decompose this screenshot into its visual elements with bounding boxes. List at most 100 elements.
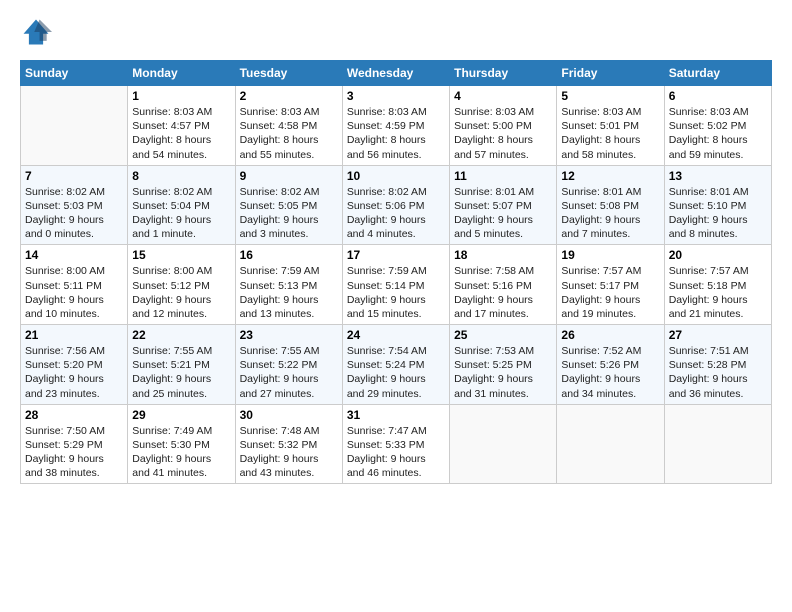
day-info: Sunrise: 8:02 AMSunset: 5:05 PMDaylight:… — [240, 185, 338, 242]
day-cell: 28Sunrise: 7:50 AMSunset: 5:29 PMDayligh… — [21, 404, 128, 484]
day-cell: 15 Sunrise: 8:00 AMSunset: 5:12 PMDayligh… — [128, 245, 235, 325]
day-cell: 18 Sunrise: 7:58 AMSunset: 5:16 PMDayligh… — [450, 245, 557, 325]
day-info: Sunrise: 7:59 AMSunset: 5:13 PMDaylight:… — [240, 264, 338, 321]
day-info: Sunrise: 7:47 AMSunset: 5:33 PMDaylight:… — [347, 424, 445, 481]
day-number: 24 — [347, 328, 445, 342]
day-info: Sunrise: 7:57 AMSunset: 5:17 PMDaylight:… — [561, 264, 659, 321]
day-info: Sunrise: 8:02 AMSunset: 5:04 PMDaylight:… — [132, 185, 230, 242]
day-number: 13 — [669, 169, 767, 183]
day-cell: 29Sunrise: 7:49 AMSunset: 5:30 PMDayligh… — [128, 404, 235, 484]
day-info: Sunrise: 8:03 AMSunset: 4:57 PMDaylight:… — [132, 105, 230, 162]
day-info: Sunrise: 8:01 AMSunset: 5:08 PMDaylight:… — [561, 185, 659, 242]
day-number: 17 — [347, 248, 445, 262]
day-info: Sunrise: 7:51 AMSunset: 5:28 PMDaylight:… — [669, 344, 767, 401]
day-cell: 11 Sunrise: 8:01 AMSunset: 5:07 PMDayligh… — [450, 165, 557, 245]
day-info: Sunrise: 7:55 AMSunset: 5:22 PMDaylight:… — [240, 344, 338, 401]
day-info: Sunrise: 8:03 AMSunset: 5:01 PMDaylight:… — [561, 105, 659, 162]
day-number: 8 — [132, 169, 230, 183]
day-number: 3 — [347, 89, 445, 103]
day-cell: 12 Sunrise: 8:01 AMSunset: 5:08 PMDayligh… — [557, 165, 664, 245]
day-cell: 4Sunrise: 8:03 AMSunset: 5:00 PMDaylight… — [450, 86, 557, 166]
day-cell: 9 Sunrise: 8:02 AMSunset: 5:05 PMDaylight… — [235, 165, 342, 245]
day-number: 6 — [669, 89, 767, 103]
day-cell: 10 Sunrise: 8:02 AMSunset: 5:06 PMDayligh… — [342, 165, 449, 245]
day-number: 20 — [669, 248, 767, 262]
header-row: SundayMondayTuesdayWednesdayThursdayFrid… — [21, 61, 772, 86]
week-row-1: 1 Sunrise: 8:03 AMSunset: 4:57 PMDaylight… — [21, 86, 772, 166]
day-cell: 19 Sunrise: 7:57 AMSunset: 5:17 PMDayligh… — [557, 245, 664, 325]
day-info: Sunrise: 7:54 AMSunset: 5:24 PMDaylight:… — [347, 344, 445, 401]
col-header-saturday: Saturday — [664, 61, 771, 86]
day-cell: 8 Sunrise: 8:02 AMSunset: 5:04 PMDaylight… — [128, 165, 235, 245]
day-cell: 25 Sunrise: 7:53 AMSunset: 5:25 PMDayligh… — [450, 325, 557, 405]
day-info: Sunrise: 7:49 AMSunset: 5:30 PMDaylight:… — [132, 424, 230, 481]
day-number: 23 — [240, 328, 338, 342]
day-cell: 27 Sunrise: 7:51 AMSunset: 5:28 PMDayligh… — [664, 325, 771, 405]
day-number: 9 — [240, 169, 338, 183]
day-info: Sunrise: 8:03 AMSunset: 4:59 PMDaylight:… — [347, 105, 445, 162]
day-cell: 20 Sunrise: 7:57 AMSunset: 5:18 PMDayligh… — [664, 245, 771, 325]
day-info: Sunrise: 7:57 AMSunset: 5:18 PMDaylight:… — [669, 264, 767, 321]
col-header-monday: Monday — [128, 61, 235, 86]
day-number: 27 — [669, 328, 767, 342]
day-cell: 5Sunrise: 8:03 AMSunset: 5:01 PMDaylight… — [557, 86, 664, 166]
day-number: 19 — [561, 248, 659, 262]
day-info: Sunrise: 8:03 AMSunset: 4:58 PMDaylight:… — [240, 105, 338, 162]
day-cell: 31 Sunrise: 7:47 AMSunset: 5:33 PMDayligh… — [342, 404, 449, 484]
col-header-wednesday: Wednesday — [342, 61, 449, 86]
week-row-5: 28Sunrise: 7:50 AMSunset: 5:29 PMDayligh… — [21, 404, 772, 484]
day-number: 7 — [25, 169, 123, 183]
calendar-header: SundayMondayTuesdayWednesdayThursdayFrid… — [21, 61, 772, 86]
day-info: Sunrise: 7:50 AMSunset: 5:29 PMDaylight:… — [25, 424, 123, 481]
day-cell: 26Sunrise: 7:52 AMSunset: 5:26 PMDayligh… — [557, 325, 664, 405]
day-info: Sunrise: 8:01 AMSunset: 5:07 PMDaylight:… — [454, 185, 552, 242]
col-header-thursday: Thursday — [450, 61, 557, 86]
day-info: Sunrise: 8:00 AMSunset: 5:12 PMDaylight:… — [132, 264, 230, 321]
day-cell: 3 Sunrise: 8:03 AMSunset: 4:59 PMDaylight… — [342, 86, 449, 166]
logo-icon — [20, 16, 52, 48]
day-cell: 13 Sunrise: 8:01 AMSunset: 5:10 PMDayligh… — [664, 165, 771, 245]
day-cell — [664, 404, 771, 484]
calendar-table: SundayMondayTuesdayWednesdayThursdayFrid… — [20, 60, 772, 484]
calendar-body: 1 Sunrise: 8:03 AMSunset: 4:57 PMDaylight… — [21, 86, 772, 484]
day-number: 31 — [347, 408, 445, 422]
day-info: Sunrise: 7:55 AMSunset: 5:21 PMDaylight:… — [132, 344, 230, 401]
day-number: 11 — [454, 169, 552, 183]
page-container: SundayMondayTuesdayWednesdayThursdayFrid… — [0, 0, 792, 494]
day-number: 14 — [25, 248, 123, 262]
header — [20, 16, 772, 48]
day-cell: 7Sunrise: 8:02 AMSunset: 5:03 PMDaylight… — [21, 165, 128, 245]
day-number: 10 — [347, 169, 445, 183]
day-number: 15 — [132, 248, 230, 262]
day-cell: 6 Sunrise: 8:03 AMSunset: 5:02 PMDaylight… — [664, 86, 771, 166]
day-info: Sunrise: 8:01 AMSunset: 5:10 PMDaylight:… — [669, 185, 767, 242]
day-number: 2 — [240, 89, 338, 103]
day-cell: 2 Sunrise: 8:03 AMSunset: 4:58 PMDaylight… — [235, 86, 342, 166]
week-row-2: 7Sunrise: 8:02 AMSunset: 5:03 PMDaylight… — [21, 165, 772, 245]
col-header-sunday: Sunday — [21, 61, 128, 86]
week-row-3: 14Sunrise: 8:00 AMSunset: 5:11 PMDayligh… — [21, 245, 772, 325]
day-info: Sunrise: 8:02 AMSunset: 5:06 PMDaylight:… — [347, 185, 445, 242]
day-info: Sunrise: 7:48 AMSunset: 5:32 PMDaylight:… — [240, 424, 338, 481]
day-info: Sunrise: 7:53 AMSunset: 5:25 PMDaylight:… — [454, 344, 552, 401]
day-info: Sunrise: 7:52 AMSunset: 5:26 PMDaylight:… — [561, 344, 659, 401]
day-cell: 14Sunrise: 8:00 AMSunset: 5:11 PMDayligh… — [21, 245, 128, 325]
day-number: 1 — [132, 89, 230, 103]
week-row-4: 21Sunrise: 7:56 AMSunset: 5:20 PMDayligh… — [21, 325, 772, 405]
col-header-tuesday: Tuesday — [235, 61, 342, 86]
day-number: 4 — [454, 89, 552, 103]
day-number: 18 — [454, 248, 552, 262]
day-number: 12 — [561, 169, 659, 183]
day-info: Sunrise: 8:03 AMSunset: 5:02 PMDaylight:… — [669, 105, 767, 162]
day-cell: 16Sunrise: 7:59 AMSunset: 5:13 PMDayligh… — [235, 245, 342, 325]
day-cell: 30 Sunrise: 7:48 AMSunset: 5:32 PMDayligh… — [235, 404, 342, 484]
day-cell — [450, 404, 557, 484]
day-number: 25 — [454, 328, 552, 342]
day-info: Sunrise: 7:58 AMSunset: 5:16 PMDaylight:… — [454, 264, 552, 321]
day-cell: 1 Sunrise: 8:03 AMSunset: 4:57 PMDaylight… — [128, 86, 235, 166]
day-cell: 23 Sunrise: 7:55 AMSunset: 5:22 PMDayligh… — [235, 325, 342, 405]
day-number: 30 — [240, 408, 338, 422]
day-cell — [557, 404, 664, 484]
day-cell: 21Sunrise: 7:56 AMSunset: 5:20 PMDayligh… — [21, 325, 128, 405]
day-cell: 22Sunrise: 7:55 AMSunset: 5:21 PMDayligh… — [128, 325, 235, 405]
